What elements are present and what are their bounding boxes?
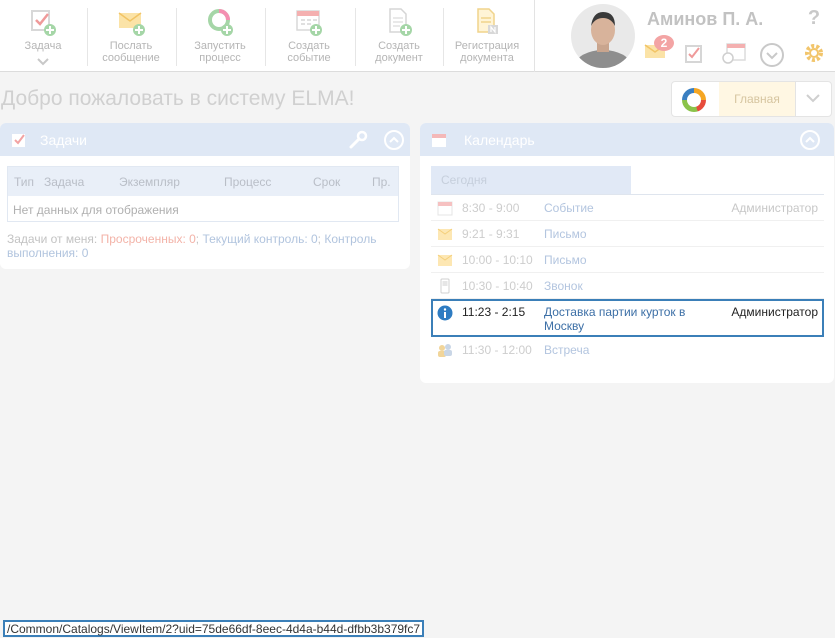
event-time: 11:30 - 12:00 — [462, 343, 532, 357]
calendar-event-row[interactable]: 11:30 - 12:00 Встреча — [431, 337, 824, 363]
create-document-button[interactable]: Создать документ — [356, 0, 442, 72]
calendar-icon — [432, 134, 446, 147]
calendar-add-icon — [296, 10, 322, 36]
calendar-event-row[interactable]: 10:30 - 10:40 Звонок — [431, 273, 824, 299]
tasks-summary-prefix: Задачи от меня: — [7, 232, 101, 246]
tasks-panel-title: Задачи — [40, 132, 88, 148]
event-title-link[interactable]: Событие — [544, 201, 724, 215]
svg-text:?: ? — [808, 7, 820, 28]
calendar-panel-header: Календарь — [420, 123, 834, 156]
calendar-icon — [437, 201, 453, 216]
page-title: Добро пожаловать в систему ELMA! — [1, 87, 355, 110]
tasks-empty-message: Нет данных для отображения — [13, 203, 179, 217]
column-priority[interactable]: Пр. — [372, 175, 391, 189]
event-time: 11:23 - 2:15 — [462, 305, 526, 319]
tasks-collapse-button[interactable] — [384, 130, 404, 150]
event-title-link[interactable]: Письмо — [544, 253, 724, 267]
column-type[interactable]: Тип — [14, 175, 34, 189]
tasks-summary: Задачи от меня: Просроченных: 0; Текущий… — [7, 232, 377, 260]
calendar-panel-title: Календарь — [464, 132, 535, 148]
messages-count: 2 — [660, 36, 668, 50]
status-bar-url: /Common/Catalogs/ViewItem/2?uid=75de66df… — [3, 620, 425, 637]
chevron-down-icon — [806, 94, 820, 103]
event-title-link[interactable]: Письмо — [544, 227, 724, 241]
event-time: 9:21 - 9:31 — [462, 227, 520, 241]
calendar-event-row[interactable]: 10:00 - 10:10 Письмо — [431, 247, 824, 273]
process-start-icon — [208, 9, 233, 36]
column-process[interactable]: Процесс — [224, 175, 271, 189]
chevron-up-icon — [805, 136, 815, 143]
help-icon[interactable]: ? — [806, 6, 822, 28]
send-message-label: Послать сообщение — [102, 40, 160, 64]
event-title-link[interactable]: Доставка партии курток в Москву — [544, 305, 724, 333]
register-document-label: Регистрация документа — [454, 40, 520, 64]
document-register-icon — [477, 8, 498, 34]
info-icon — [437, 305, 453, 321]
tasks-table: Тип Задача Экземпляр Процесс Срок Пр. Не… — [7, 166, 399, 222]
start-process-button[interactable]: Запустить процесс — [177, 0, 263, 72]
calendar-event-row[interactable]: 8:30 - 9:00 Событие Администратор — [431, 195, 824, 221]
task-add-icon — [31, 10, 56, 36]
envelope-add-icon — [118, 12, 145, 36]
messages-badge[interactable]: 2 — [652, 34, 676, 54]
event-owner: Администратор — [731, 201, 818, 215]
create-event-button[interactable]: Создать событие — [266, 0, 352, 72]
elma-logo-icon — [682, 88, 706, 112]
envelope-icon — [437, 254, 453, 266]
calendar-collapse-button[interactable] — [800, 130, 820, 150]
chevron-down-circle-icon[interactable] — [759, 42, 785, 68]
calendar-event-row-selected[interactable]: 11:23 - 2:15 Доставка партии курток в Мо… — [431, 299, 824, 337]
event-time: 8:30 - 9:00 — [462, 201, 520, 215]
current-control-link[interactable]: Текущий контроль: 0 — [202, 232, 317, 246]
tasks-panel-header: Задачи — [0, 123, 410, 156]
event-time: 10:30 - 10:40 — [462, 279, 533, 293]
new-task-label: Задача — [24, 40, 62, 52]
create-event-label: Создать событие — [287, 40, 331, 64]
home-page-label[interactable]: Главная — [719, 82, 795, 116]
start-process-label: Запустить процесс — [194, 40, 246, 64]
create-document-label: Создать документ — [375, 40, 423, 64]
event-title-link[interactable]: Встреча — [544, 343, 724, 357]
new-task-button[interactable]: Задача — [0, 0, 86, 72]
main-toolbar: Задача Послать сообщение Запустить проце… — [0, 0, 835, 72]
overdue-link[interactable]: Просроченных: 0 — [101, 232, 196, 246]
tasks-check-icon[interactable] — [684, 42, 704, 64]
today-tab[interactable]: Сегодня — [431, 166, 631, 194]
calendar-event-row[interactable]: 9:21 - 9:31 Письмо — [431, 221, 824, 247]
event-owner: Администратор — [731, 305, 818, 319]
home-page-selector[interactable]: Главная — [671, 81, 832, 117]
settings-gear-icon[interactable] — [803, 42, 825, 64]
envelope-icon — [437, 228, 453, 240]
chevron-up-icon — [389, 136, 399, 143]
user-photo-icon — [571, 4, 635, 68]
event-time: 10:00 - 10:10 — [462, 253, 533, 267]
event-title-link[interactable]: Звонок — [544, 279, 724, 293]
register-document-button[interactable]: Регистрация документа — [444, 0, 530, 72]
calendar-clock-icon[interactable] — [721, 42, 747, 64]
avatar[interactable] — [571, 4, 635, 68]
document-add-icon — [389, 8, 412, 36]
home-dropdown-toggle[interactable] — [795, 82, 831, 116]
column-due[interactable]: Срок — [313, 175, 340, 189]
send-message-button[interactable]: Послать сообщение — [88, 0, 174, 72]
column-task[interactable]: Задача — [44, 175, 84, 189]
column-instance[interactable]: Экземпляр — [119, 175, 180, 189]
tasks-table-header: Тип Задача Экземпляр Процесс Срок Пр. — [8, 167, 398, 196]
phone-icon — [440, 278, 450, 294]
tasks-check-icon — [12, 134, 25, 147]
wrench-icon[interactable] — [348, 130, 368, 150]
user-name[interactable]: Аминов П. А. — [647, 9, 763, 30]
meeting-icon — [438, 344, 452, 357]
chevron-down-icon[interactable] — [37, 58, 49, 66]
